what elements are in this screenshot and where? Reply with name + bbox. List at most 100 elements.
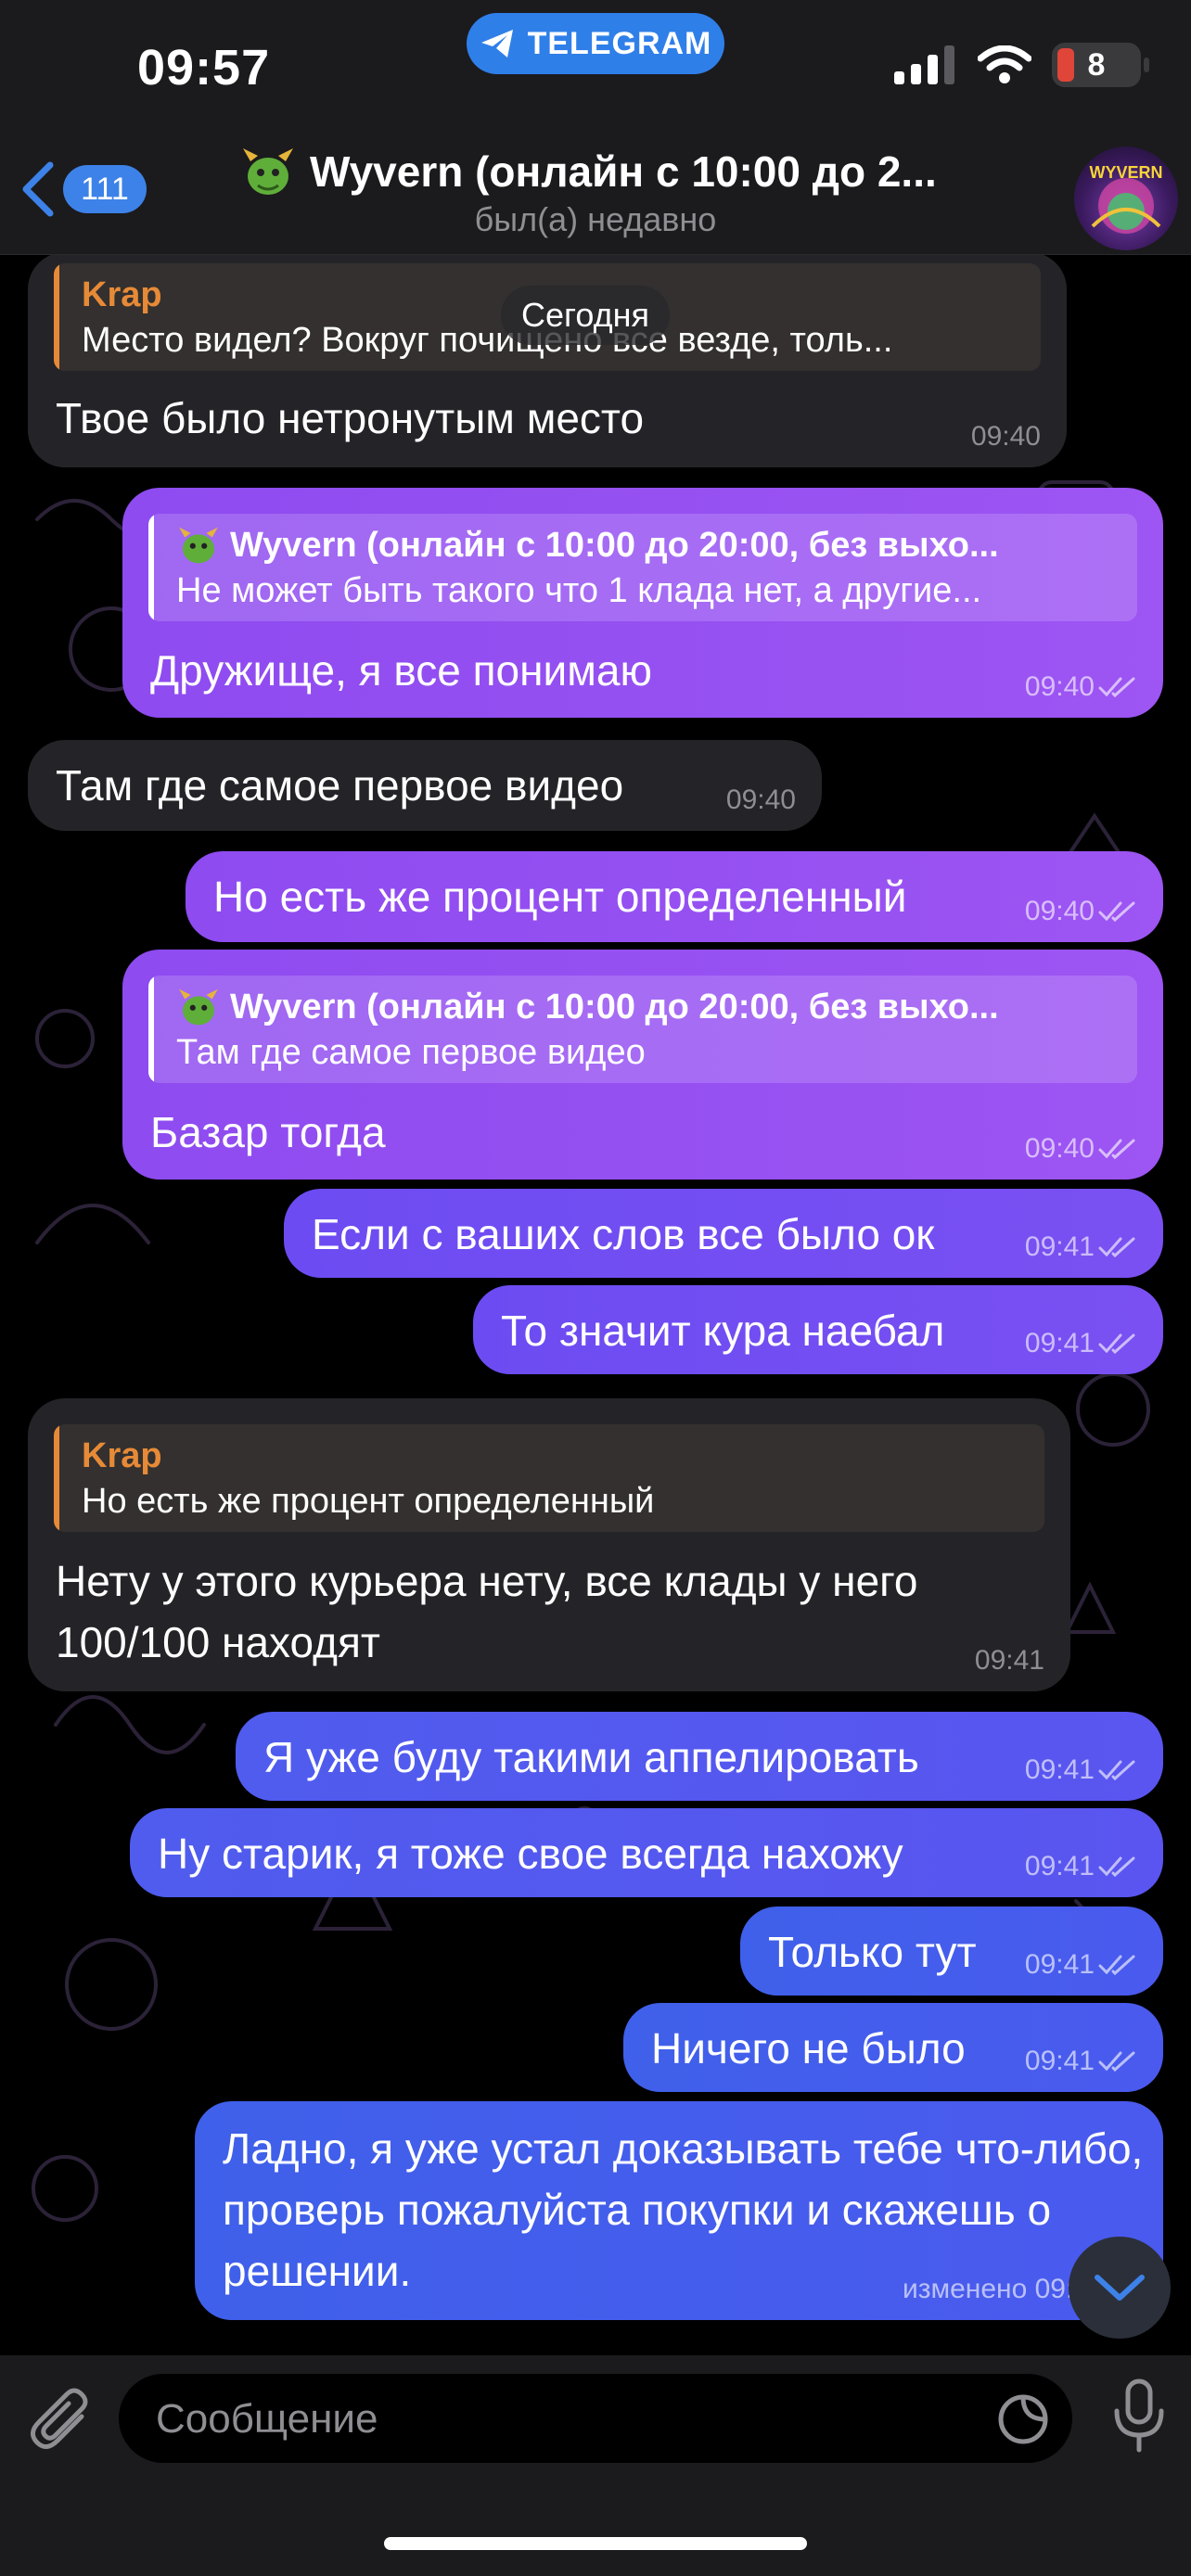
- message-text: Ничего не было: [651, 2024, 966, 2072]
- reply-preview[interactable]: Wyvern (онлайн с 10:00 до 20:00, без вых…: [148, 976, 1137, 1083]
- message-incoming[interactable]: Krap Место видел? Вокруг почищено все ве…: [28, 252, 1067, 467]
- reply-text: Не может быть такого что 1 клада нет, а …: [176, 571, 982, 610]
- message-meta: 09:40: [1025, 673, 1137, 701]
- voice-record-button[interactable]: [1111, 2378, 1167, 2458]
- battery-level: 8: [1087, 46, 1106, 83]
- telegram-pill[interactable]: TELEGRAM: [467, 13, 724, 74]
- message-time: 09:41: [1024, 1754, 1095, 1785]
- message-time: 09:40: [970, 421, 1041, 452]
- message-time: 09:41: [1024, 1949, 1095, 1980]
- clock: 09:57: [137, 40, 271, 96]
- message-input[interactable]: [154, 2374, 955, 2465]
- message-incoming[interactable]: Krap Но есть же процент определенный Нет…: [28, 1398, 1070, 1691]
- status-bar: 09:57 TELEGRAM 8: [0, 0, 1191, 139]
- message-meta: 09:41: [1025, 1756, 1137, 1784]
- scroll-to-bottom-button[interactable]: [1069, 2237, 1171, 2339]
- message-outgoing[interactable]: Ладно, я уже устал доказывать тебе что-л…: [195, 2101, 1163, 2320]
- double-check-icon: [1098, 1333, 1135, 1355]
- chat-header: 111 Wyvern (онлайн с 10:00 до 2... был(а…: [0, 139, 1191, 255]
- double-check-icon: [1098, 1237, 1135, 1258]
- message-time: 09:40: [1024, 896, 1095, 926]
- message-meta: 09:41: [1025, 1233, 1137, 1261]
- avatar[interactable]: WYVERN: [1074, 147, 1178, 250]
- message-meta: 09:41: [1025, 2047, 1137, 2075]
- attach-button[interactable]: [28, 2383, 95, 2458]
- message-text: Твое было нетронутым место: [56, 394, 645, 442]
- message-time: 09:40: [1024, 671, 1095, 702]
- chat-title-text: Wyvern (онлайн с 10:00 до 2...: [310, 147, 937, 196]
- message-outgoing[interactable]: Только тут 09:41: [740, 1906, 1163, 1996]
- system-icons: 8: [894, 43, 1149, 87]
- message-text: Я уже буду такими аппелировать: [263, 1733, 919, 1781]
- dragon-emoji-icon: [179, 988, 218, 1026]
- message-outgoing[interactable]: Wyvern (онлайн с 10:00 до 20:00, без вых…: [122, 950, 1163, 1180]
- message-edited-time: изменено 09:4: [902, 2274, 1089, 2304]
- message-meta: 09:41: [1025, 1330, 1137, 1358]
- home-indicator[interactable]: [384, 2537, 807, 2550]
- message-outgoing[interactable]: Ничего не было 09:41: [623, 2003, 1163, 2092]
- last-seen-status: был(а) недавно: [474, 200, 717, 238]
- message-outgoing[interactable]: Если с ваших слов все было ок 09:41: [284, 1189, 1163, 1278]
- message-meta: 09:40: [971, 423, 1041, 451]
- message-meta: 09:40: [1025, 898, 1137, 925]
- message-incoming[interactable]: Там где самое первое видео 09:40: [28, 740, 822, 831]
- message-text: Ну старик, я тоже свое всегда нахожу: [158, 1830, 903, 1878]
- sticker-button[interactable]: [996, 2392, 1050, 2451]
- message-outgoing[interactable]: Я уже буду такими аппелировать 09:41: [236, 1712, 1163, 1801]
- battery-indicator: 8: [1052, 43, 1149, 87]
- double-check-icon: [1098, 1139, 1135, 1160]
- dragon-emoji-icon: [179, 527, 218, 564]
- chat-title[interactable]: Wyvern (онлайн с 10:00 до 2...: [239, 143, 1037, 200]
- message-text: То значит кура наебал: [501, 1307, 945, 1355]
- reply-author: Wyvern (онлайн с 10:00 до 20:00, без вых…: [176, 523, 1137, 567]
- message-text: Но есть же процент определенный: [213, 873, 907, 921]
- double-check-icon: [1098, 677, 1135, 698]
- message-time: 09:41: [974, 1645, 1044, 1676]
- reply-text: Но есть же процент определенный: [82, 1482, 655, 1521]
- svg-text:WYVERN: WYVERN: [1089, 163, 1162, 182]
- message-input-field[interactable]: [119, 2374, 1072, 2465]
- message-time: 09:41: [1024, 1231, 1095, 1262]
- message-time: 09:41: [1024, 2046, 1095, 2076]
- wifi-icon: [978, 45, 1031, 83]
- double-check-icon: [1098, 901, 1135, 923]
- message-outgoing[interactable]: То значит кура наебал 09:41: [473, 1285, 1163, 1374]
- telegram-pill-label: TELEGRAM: [527, 25, 712, 61]
- double-check-icon: [1098, 1955, 1135, 1976]
- reply-author: Wyvern (онлайн с 10:00 до 20:00, без вых…: [176, 985, 1137, 1029]
- sticker-icon: [998, 2394, 1048, 2444]
- reply-preview[interactable]: Krap Но есть же процент определенный: [54, 1424, 1044, 1532]
- message-time: 09:40: [725, 784, 796, 815]
- reply-preview[interactable]: Wyvern (онлайн с 10:00 до 20:00, без вых…: [148, 514, 1137, 621]
- message-text: Нету у этого курьера нету, все клады у н…: [56, 1557, 918, 1666]
- double-check-icon: [1098, 1760, 1135, 1781]
- message-outgoing[interactable]: Wyvern (онлайн с 10:00 до 20:00, без вых…: [122, 488, 1163, 718]
- message-time: 09:40: [1024, 1133, 1095, 1164]
- message-meta: 09:41: [1025, 1853, 1137, 1881]
- message-text: Если с ваших слов все было ок: [312, 1210, 935, 1258]
- date-separator: Сегодня: [501, 286, 670, 345]
- message-text: Только тут: [768, 1928, 977, 1976]
- message-meta: 09:40: [726, 786, 796, 814]
- microphone-icon: [1114, 2378, 1164, 2453]
- message-outgoing[interactable]: Но есть же процент определенный 09:40: [186, 851, 1163, 942]
- message-meta: 09:41: [1025, 1951, 1137, 1979]
- message-text: Дружище, я все понимаю: [150, 646, 652, 695]
- message-text: Там где самое первое видео: [56, 761, 624, 810]
- message-outgoing[interactable]: Ну старик, я тоже свое всегда нахожу 09:…: [130, 1808, 1163, 1897]
- reply-author: Krap: [82, 1436, 162, 1475]
- cellular-signal-icon: [894, 45, 954, 84]
- message-text: Базар тогда: [150, 1108, 386, 1156]
- message-time: 09:41: [1024, 1328, 1095, 1358]
- double-check-icon: [1098, 2051, 1135, 2072]
- chevron-down-icon: [1095, 2275, 1145, 2301]
- paper-plane-icon: [480, 30, 513, 57]
- paperclip-icon: [31, 2388, 88, 2449]
- message-meta: 09:41: [975, 1647, 1044, 1675]
- reply-text: Там где самое первое видео: [176, 1033, 646, 1072]
- double-check-icon: [1098, 1856, 1135, 1878]
- message-meta: изменено 09:4: [903, 2276, 1089, 2303]
- wyvern-logo-icon: WYVERN: [1089, 163, 1163, 234]
- message-meta: 09:40: [1025, 1135, 1137, 1163]
- dragon-emoji-icon: [243, 148, 293, 195]
